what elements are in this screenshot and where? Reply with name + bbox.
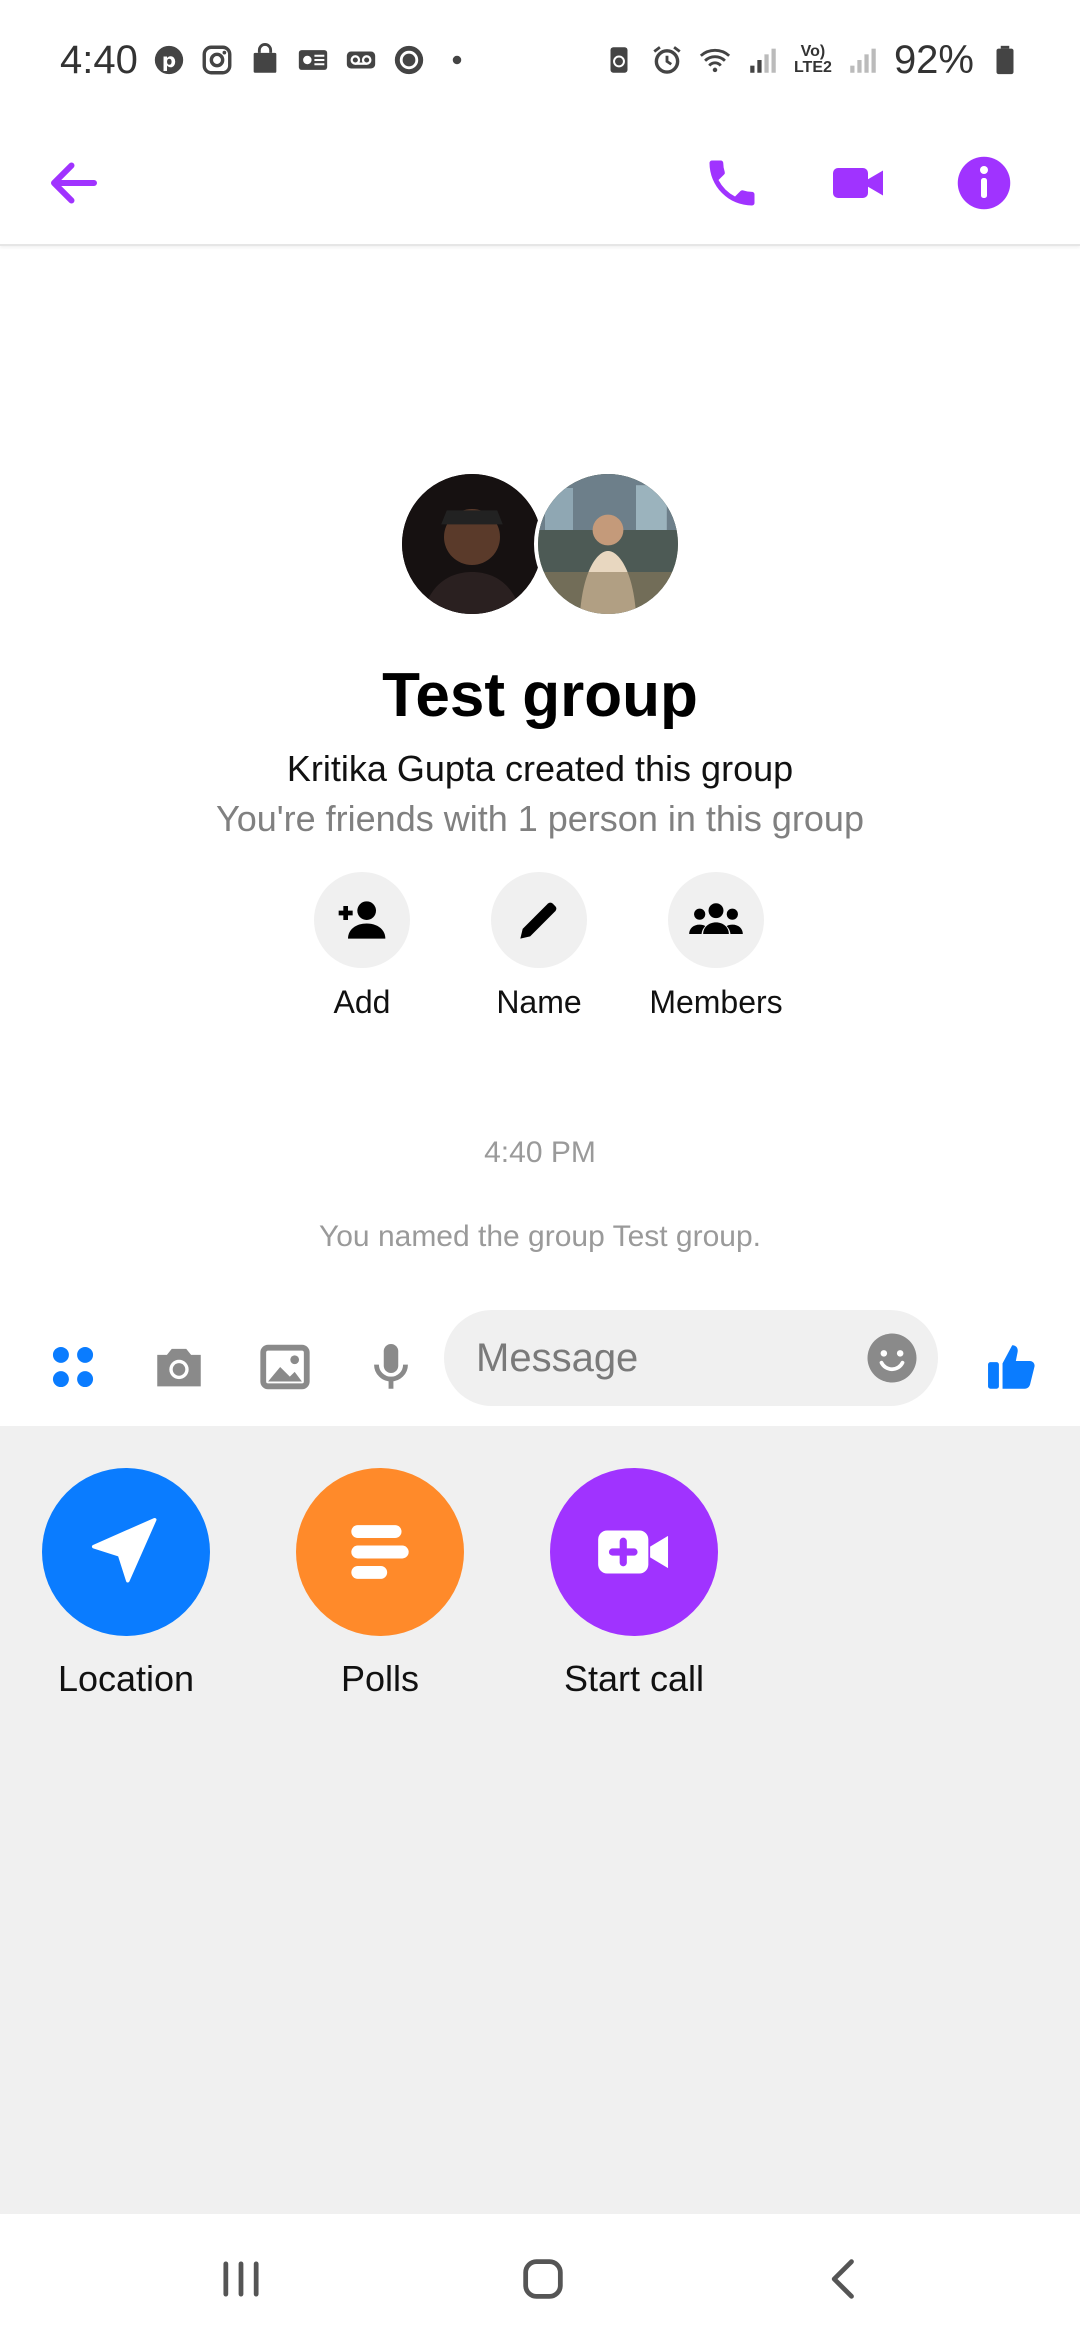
location-label: Location: [57, 1658, 195, 1699]
add-person-icon: [338, 901, 386, 939]
tray-item-polls[interactable]: Polls: [275, 1468, 485, 1700]
audio-call-button[interactable]: [694, 145, 770, 221]
svg-text:p: p: [162, 49, 176, 72]
add-member-button[interactable]: Add: [262, 872, 462, 1021]
gallery-button[interactable]: [250, 1332, 320, 1402]
network-label: Vo) LTE2: [793, 43, 832, 76]
voice-message-button[interactable]: [356, 1332, 426, 1402]
recent-apps-button[interactable]: [206, 2244, 276, 2314]
home-icon: [523, 2259, 563, 2299]
pinterest-icon: p: [152, 43, 186, 77]
voicemail-icon: [344, 43, 378, 77]
battery-icon: [988, 43, 1022, 77]
record-icon: [392, 43, 426, 77]
add-member-circle[interactable]: [314, 872, 410, 968]
home-button[interactable]: [508, 2244, 578, 2314]
add-member-label: Add: [333, 984, 391, 1020]
navigation-arrow-icon: [91, 1517, 157, 1583]
signal-icon-2: [846, 43, 880, 77]
group-avatar: [398, 470, 682, 620]
more-actions-button[interactable]: [38, 1332, 108, 1402]
edit-name-button[interactable]: Name: [439, 872, 639, 1021]
tray-item-location[interactable]: Location: [21, 1468, 231, 1700]
status-bar: 4:40 p Vo) LTE2 92%: [0, 0, 1080, 120]
thumbs-up-icon: [988, 1345, 1035, 1389]
back-nav-button[interactable]: [810, 2244, 880, 2314]
chevron-left-icon: [831, 2259, 854, 2299]
group-icon: [689, 903, 743, 934]
members-circle[interactable]: [668, 872, 764, 968]
location-circle[interactable]: [42, 1468, 210, 1636]
system-navigation-bar: [0, 2214, 1080, 2340]
members-label: Members: [649, 984, 783, 1020]
message-composer: [0, 1308, 1080, 1426]
battery-percent: 92%: [893, 37, 974, 82]
camera-icon: [157, 1348, 201, 1387]
pencil-icon: [520, 902, 557, 939]
message-input[interactable]: [476, 1335, 856, 1381]
avatar-member-1: [398, 470, 546, 618]
polls-label: Polls: [340, 1658, 420, 1699]
signal-icon-1: [746, 43, 780, 77]
info-button[interactable]: [946, 145, 1022, 221]
emoji-icon[interactable]: [864, 1330, 920, 1386]
group-actions: Add Name Members: [0, 872, 1080, 1020]
microphone-icon: [374, 1344, 408, 1389]
tray-item-start-call[interactable]: Start call: [529, 1468, 739, 1700]
image-icon: [260, 1344, 310, 1390]
video-camera-icon: [833, 168, 883, 198]
back-button[interactable]: [36, 145, 112, 221]
polls-circle[interactable]: [296, 1468, 464, 1636]
members-button[interactable]: Members: [616, 872, 816, 1021]
status-right: Vo) LTE2 92%: [602, 38, 1022, 83]
camera-button[interactable]: [144, 1332, 214, 1402]
start-call-label: Start call: [563, 1658, 705, 1699]
group-title: Test group: [382, 661, 698, 730]
start-call-circle[interactable]: [550, 1468, 718, 1636]
shopping-bag-icon: [248, 43, 282, 77]
message-timestamp: 4:40 PM: [484, 1136, 596, 1169]
chat-header: [0, 120, 1080, 246]
wifi-icon: [698, 43, 732, 77]
edit-name-label: Name: [496, 984, 582, 1020]
info-icon: [957, 156, 1011, 210]
status-time: 4:40: [60, 37, 138, 82]
phone-icon: [709, 160, 755, 206]
mutual-friends-note: You're friends with 1 person in this gro…: [216, 798, 864, 839]
action-tray: Location Polls Start call: [0, 1426, 1080, 2214]
status-left: 4:40 p: [60, 38, 474, 83]
group-event-notice: You named the group Test group.: [318, 1220, 761, 1253]
video-add-icon: [598, 1530, 669, 1574]
arrow-left-icon: [51, 162, 97, 204]
instagram-icon: [200, 43, 234, 77]
more-notifications-dot-icon: [440, 43, 474, 77]
recent-apps-icon: [223, 2261, 259, 2297]
video-call-button[interactable]: [820, 145, 896, 221]
conversation-area: Test group Kritika Gupta created this gr…: [0, 248, 1080, 1308]
alarm-icon: [650, 43, 684, 77]
edit-name-circle[interactable]: [491, 872, 587, 968]
like-button[interactable]: [976, 1332, 1046, 1402]
battery-saver-icon: [602, 43, 636, 77]
poll-icon: [351, 1525, 409, 1579]
outlook-icon: [296, 43, 330, 77]
group-created-note: Kritika Gupta created this group: [286, 748, 794, 789]
message-box[interactable]: [444, 1310, 938, 1406]
four-dots-icon: [52, 1346, 94, 1388]
avatar-member-2: [534, 470, 682, 618]
